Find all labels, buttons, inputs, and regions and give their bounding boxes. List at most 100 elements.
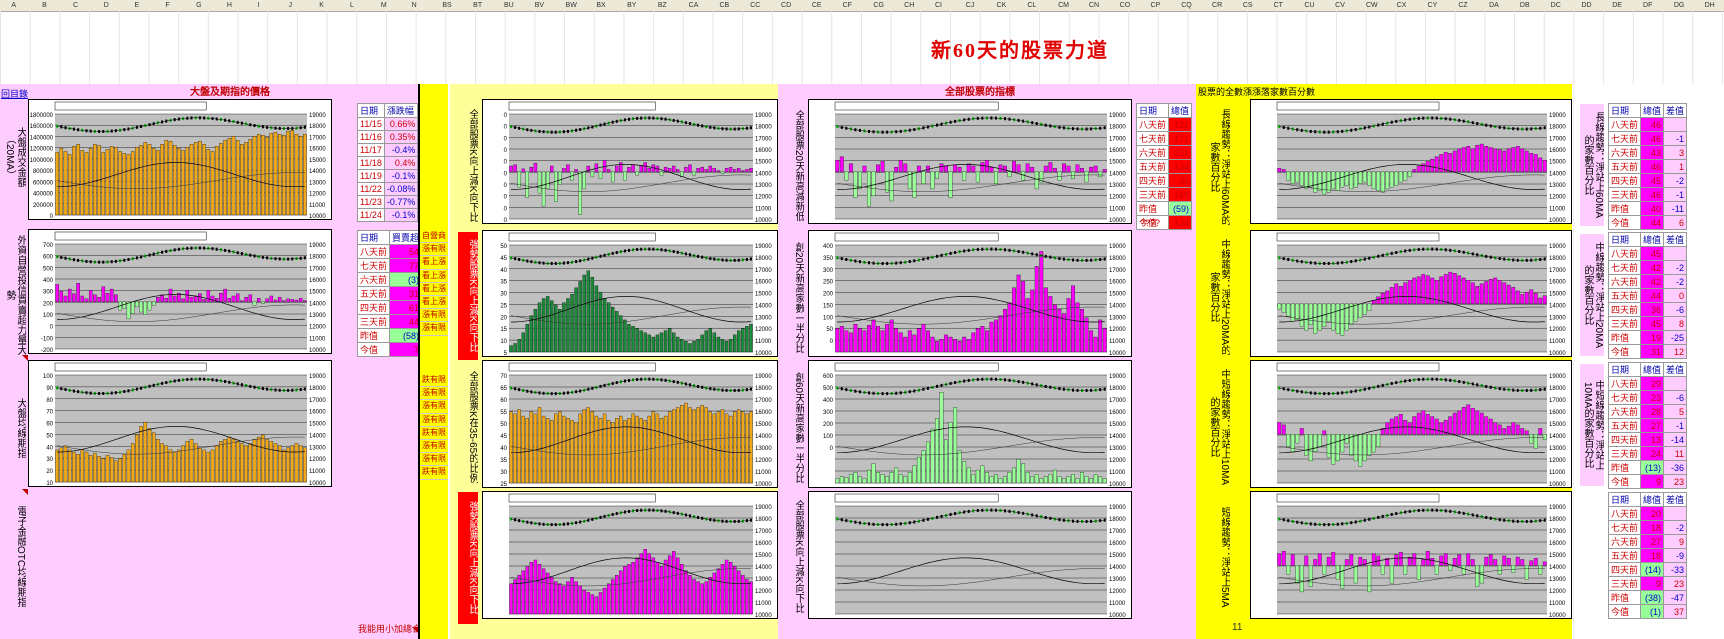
chart-20day-high-low[interactable]: 19000 18000 17000 16000 15000 14000 13000 12000… bbox=[808, 99, 1132, 224]
column-letter[interactable]: CH bbox=[904, 0, 914, 11]
bar bbox=[1371, 434, 1376, 453]
bar bbox=[944, 165, 948, 172]
column-letter[interactable]: DA bbox=[1489, 0, 1499, 11]
column-letter[interactable]: CP bbox=[1150, 0, 1160, 11]
column-letter[interactable]: CO bbox=[1120, 0, 1131, 11]
column-letter[interactable]: CD bbox=[781, 0, 791, 11]
column-letter[interactable]: N bbox=[412, 0, 417, 11]
column-letter[interactable]: DE bbox=[1612, 0, 1622, 11]
column-letter[interactable]: CV bbox=[1335, 0, 1345, 11]
column-letter[interactable]: D bbox=[104, 0, 109, 11]
column-letter[interactable]: F bbox=[165, 0, 169, 11]
column-letter[interactable]: J bbox=[288, 0, 292, 11]
column-letter[interactable]: CG bbox=[873, 0, 884, 11]
table-row: 昨值 19 -25 bbox=[1607, 330, 1688, 345]
column-letter[interactable]: BW bbox=[566, 0, 577, 11]
bar bbox=[966, 339, 971, 353]
bar bbox=[631, 326, 635, 353]
column-letter[interactable]: CZ bbox=[1458, 0, 1467, 11]
column-letter[interactable]: BY bbox=[627, 0, 636, 11]
column-letter[interactable]: CS bbox=[1243, 0, 1253, 11]
chart-k-35-65[interactable]: 19000 18000 17000 16000 15000 14000 13000 12000… bbox=[482, 360, 778, 488]
column-letter[interactable]: CI bbox=[935, 0, 942, 11]
column-letter[interactable]: DD bbox=[1581, 0, 1591, 11]
bar bbox=[615, 418, 619, 484]
column-letter[interactable]: L bbox=[350, 0, 354, 11]
bar bbox=[1093, 165, 1098, 172]
column-letter[interactable]: CA bbox=[689, 0, 699, 11]
chart-all-k-up-down[interactable]: 19000 18000 17000 16000 15000 14000 13000 12000… bbox=[482, 99, 778, 224]
table-row: 三天前 44 bbox=[356, 314, 423, 329]
chart-strong-k[interactable]: 19000 18000 17000 16000 15000 14000 13000 12000… bbox=[482, 230, 778, 357]
column-letter[interactable]: CR bbox=[1212, 0, 1222, 11]
bar bbox=[741, 411, 745, 484]
column-letter[interactable]: BX bbox=[596, 0, 605, 11]
table-of-contents-link[interactable]: 回目錄 bbox=[1, 87, 28, 100]
column-letter[interactable]: CJ bbox=[966, 0, 975, 11]
column-letter[interactable]: DB bbox=[1520, 0, 1530, 11]
bar bbox=[1502, 282, 1507, 305]
column-letter[interactable]: I bbox=[258, 0, 260, 11]
bar bbox=[984, 330, 989, 353]
column-letter[interactable]: B bbox=[42, 0, 47, 11]
bar bbox=[244, 445, 248, 483]
column-letter[interactable]: M bbox=[381, 0, 387, 11]
table-row: 三天前 168 bbox=[1135, 187, 1193, 202]
chart-long-trend[interactable]: 19000 18000 17000 16000 15000 14000 13000 12000… bbox=[1250, 99, 1572, 224]
bar bbox=[554, 413, 558, 484]
right-axis-label: 19000 bbox=[309, 243, 326, 249]
bar bbox=[1066, 476, 1071, 484]
column-letter[interactable]: CW bbox=[1366, 0, 1378, 11]
table-cell: (1) bbox=[1640, 604, 1665, 619]
column-letter[interactable]: BV bbox=[535, 0, 544, 11]
column-letter[interactable]: K bbox=[319, 0, 324, 11]
bar bbox=[566, 298, 570, 353]
trend-table-2: 日期 總值 差值 八天前 45 七天前 42 -2 六天前 42 -2 五天前 44 0 四天前 36 -6 三天… bbox=[1607, 232, 1688, 359]
column-letter[interactable]: CT bbox=[1274, 0, 1283, 11]
chart-mid-trend[interactable]: 19000 18000 17000 16000 15000 14000 13000 12000… bbox=[1250, 230, 1572, 357]
chart-all-k-up-down-2[interactable]: 19000 18000 17000 16000 15000 14000 13000 12000… bbox=[808, 491, 1132, 619]
column-letter[interactable]: C bbox=[73, 0, 78, 11]
column-letter[interactable]: DF bbox=[1643, 0, 1652, 11]
chart-strong-k-2[interactable]: 19000 18000 17000 16000 15000 14000 13000 12000… bbox=[482, 491, 778, 619]
left-axis-label: 0 bbox=[50, 325, 54, 331]
column-letter[interactable]: CF bbox=[843, 0, 852, 11]
chart-20day-new-high[interactable]: 19000 18000 17000 16000 15000 14000 13000 12000… bbox=[808, 230, 1132, 357]
bar bbox=[172, 451, 177, 483]
chart-short-trend[interactable]: 19000 18000 17000 16000 15000 14000 13000 12000… bbox=[1250, 491, 1572, 619]
cell-comment-marker bbox=[22, 489, 28, 495]
column-letter[interactable]: CU bbox=[1304, 0, 1314, 11]
column-letter[interactable]: BZ bbox=[658, 0, 667, 11]
right-axis-label: 14000 bbox=[755, 303, 772, 309]
chart-market-volume[interactable]: 19000 18000 17000 16000 15000 14000 13000 12000… bbox=[28, 99, 332, 220]
column-letter[interactable]: H bbox=[227, 0, 232, 11]
column-letter[interactable]: CC bbox=[750, 0, 760, 11]
column-letter[interactable]: BS bbox=[442, 0, 451, 11]
column-letter[interactable]: G bbox=[196, 0, 201, 11]
column-letter[interactable]: BT bbox=[473, 0, 482, 11]
bar bbox=[903, 336, 908, 353]
column-letter[interactable]: CX bbox=[1397, 0, 1407, 11]
column-letter[interactable]: CK bbox=[997, 0, 1007, 11]
column-letter[interactable]: CQ bbox=[1181, 0, 1192, 11]
bar bbox=[1533, 154, 1538, 172]
chart-60day-new-high[interactable]: 19000 18000 17000 16000 15000 14000 13000 12000… bbox=[808, 360, 1132, 488]
column-letter[interactable]: DC bbox=[1551, 0, 1561, 11]
table-row: 五天前 46 1 bbox=[1607, 159, 1688, 174]
column-letter[interactable]: A bbox=[11, 0, 16, 11]
chart-foreign-buysell[interactable]: 19000 18000 17000 16000 15000 14000 13000 12000… bbox=[28, 229, 332, 354]
column-letter[interactable]: CM bbox=[1058, 0, 1069, 11]
column-letter[interactable]: DG bbox=[1674, 0, 1685, 11]
column-letter[interactable]: CL bbox=[1027, 0, 1036, 11]
column-letter[interactable]: E bbox=[135, 0, 140, 11]
column-letter[interactable]: CE bbox=[812, 0, 822, 11]
chart-market-ma[interactable]: 19000 18000 17000 16000 15000 14000 13000 12000… bbox=[28, 360, 332, 487]
column-letter[interactable]: CY bbox=[1428, 0, 1438, 11]
chart-short-mid-trend[interactable]: 19000 18000 17000 16000 15000 14000 13000 12000… bbox=[1250, 360, 1572, 488]
column-letter[interactable]: CN bbox=[1089, 0, 1099, 11]
right-axis-label: 14000 bbox=[1109, 303, 1126, 309]
column-letter[interactable]: DH bbox=[1705, 0, 1715, 11]
bar bbox=[109, 457, 114, 483]
column-letter[interactable]: BU bbox=[504, 0, 514, 11]
column-letter[interactable]: CB bbox=[719, 0, 729, 11]
